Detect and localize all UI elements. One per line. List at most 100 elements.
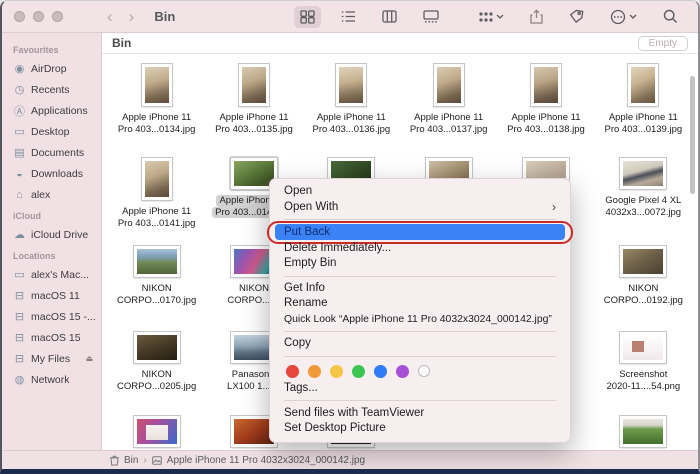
window-title: Bin [154,9,175,24]
sidebar-item-downloads[interactable]: ◒Downloads [2,163,101,184]
menu-item-open-with[interactable]: Open With › [270,200,570,216]
thumbnail-frame [618,414,668,449]
file-item[interactable]: NIKONCORPO...0192.jpg [595,236,692,322]
file-item[interactable]: Apple iPhone 11Pro 403...0139.jpg [595,54,692,148]
file-thumbnail[interactable] [142,158,172,200]
sidebar-item-desktop[interactable]: ▭Desktop [2,121,101,142]
sidebar-item-alex[interactable]: ⌂alex [2,184,101,205]
file-thumbnail[interactable] [336,64,366,106]
trash-icon [110,455,119,466]
file-item[interactable] [108,406,205,450]
file-thumbnail[interactable] [620,416,666,447]
tags-button[interactable] [563,5,590,28]
file-item[interactable]: Apple iPhone 11Pro 403...0138.jpg [497,54,594,148]
thumbnail-frame [432,62,466,108]
file-thumbnail[interactable] [434,64,464,106]
menu-item-set-desktop-picture[interactable]: Set Desktop Picture [270,421,570,437]
file-thumbnail[interactable] [620,246,666,277]
file-thumbnail[interactable] [134,416,180,447]
file-item[interactable]: Apple iPhone 11Pro 403...0136.jpg [303,54,400,148]
sidebar-item-airdrop[interactable]: ◉AirDrop [2,58,101,79]
menu-item-tags[interactable]: Tags... [270,381,570,397]
breadcrumb-location[interactable]: Bin [124,455,138,466]
vertical-scrollbar[interactable] [690,76,695,194]
file-name: NIKONCORPO...0205.jpg [117,369,196,392]
sidebar-item-macos-11[interactable]: ⊟ macOS 11 [2,285,101,306]
file-thumbnail[interactable] [142,64,172,106]
menu-item-put-back[interactable]: Put Back [275,224,565,240]
tag-color-dot[interactable] [374,365,387,378]
back-button[interactable]: ‹ [107,8,113,25]
view-gallery-button[interactable] [417,6,445,27]
file-item[interactable] [595,406,692,450]
sidebar-item-alex-s-mac[interactable]: ▭alex's Mac... [2,264,101,285]
tag-color-dot[interactable] [396,365,409,378]
file-thumbnail[interactable] [620,158,666,189]
menu-item-get-info[interactable]: Get Info [270,281,570,297]
sidebar-item-label: macOS 11 [31,290,80,302]
minimize-button[interactable] [33,11,44,22]
forward-button[interactable]: › [129,8,135,25]
file-thumbnail[interactable] [628,64,658,106]
view-grid-button[interactable] [294,6,321,28]
tag-color-dot[interactable] [330,365,343,378]
file-thumbnail[interactable] [531,64,561,106]
file-item[interactable]: Apple iPhone 11Pro 403...0137.jpg [400,54,497,148]
tag-color-dot[interactable] [308,365,321,378]
menu-item-send-files-teamviewer[interactable]: Send files with TeamViewer [270,405,570,421]
file-name: Apple iPhone 11Pro 403...0134.jpg [118,112,196,135]
breadcrumb-file[interactable]: Apple iPhone 11 Pro 4032x3024_000142.jpg [167,455,365,466]
sidebar-item-documents[interactable]: ▤Documents [2,142,101,163]
sidebar-item-macos-15[interactable]: ⊟macOS 15 -... [2,306,101,327]
view-list-button[interactable] [335,6,362,27]
file-item[interactable]: Screenshot2020-11....54.png [595,322,692,406]
file-item[interactable]: Apple iPhone 11Pro 403...0141.jpg [108,148,205,236]
thumbnail-frame [618,244,668,279]
file-thumbnail[interactable] [620,332,666,363]
file-item[interactable]: NIKONCORPO...0205.jpg [108,322,205,406]
menu-item-delete-immediately[interactable]: Delete Immediately... [270,240,570,256]
icloud-drive-icon: ☁ [13,228,26,241]
file-thumbnail[interactable] [134,332,180,363]
file-item[interactable]: NIKONCORPO...0170.jpg [108,236,205,322]
tag-color-dot[interactable] [418,365,430,377]
menu-item-rename[interactable]: Rename [270,296,570,312]
file-item[interactable]: Google Pixel 4 XL4032x3...0072.jpg [595,148,692,236]
file-thumbnail[interactable] [239,64,269,106]
view-columns-button[interactable] [376,6,403,27]
menu-item-open[interactable]: Open [270,184,570,200]
sidebar-item-network[interactable]: ◍Network [2,369,101,390]
menu-item-copy[interactable]: Copy [270,336,570,352]
sidebar-item-my-files[interactable]: ⊟My Files⏏ [2,348,101,369]
tag-color-dot[interactable] [352,365,365,378]
empty-bin-button[interactable]: Empty [638,36,688,51]
drive-icon: ⊟ [13,289,26,302]
sidebar-item-macos-15[interactable]: ⊟macOS 15 [2,327,101,348]
documents-icon: ▤ [13,146,26,159]
sidebar-item-applications[interactable]: ⒶApplications [2,100,101,121]
sidebar-item-label: Downloads [31,168,83,180]
more-actions-button[interactable] [604,5,643,29]
sidebar-item-icloud-drive[interactable]: ☁iCloud Drive [2,224,101,245]
drive-icon: ⊟ [13,310,26,323]
menu-separator [284,400,556,401]
file-thumbnail[interactable] [134,246,180,277]
desktop-icon: ▭ [13,125,26,138]
close-button[interactable] [14,11,25,22]
tag-color-dot[interactable] [286,365,299,378]
context-menu: Open Open With › Put Back Delete Immedia… [269,178,571,443]
recents-icon: ◷ [13,83,26,96]
group-by-button[interactable] [473,7,510,27]
search-button[interactable] [657,5,684,28]
columns-view-icon [382,10,397,23]
image-file-icon [152,456,162,465]
file-item[interactable]: Apple iPhone 11Pro 403...0134.jpg [108,54,205,148]
menu-item-empty-bin[interactable]: Empty Bin [270,256,570,272]
menu-item-quick-look[interactable]: Quick Look “Apple iPhone 11 Pro 4032x302… [270,312,570,328]
sidebar-item-recents[interactable]: ◷Recents [2,79,101,100]
eject-icon[interactable]: ⏏ [85,354,93,363]
zoom-button[interactable] [52,11,63,22]
file-item[interactable]: Apple iPhone 11Pro 403...0135.jpg [205,54,302,148]
share-button[interactable] [524,5,549,28]
submenu-arrow-icon: › [552,201,556,214]
